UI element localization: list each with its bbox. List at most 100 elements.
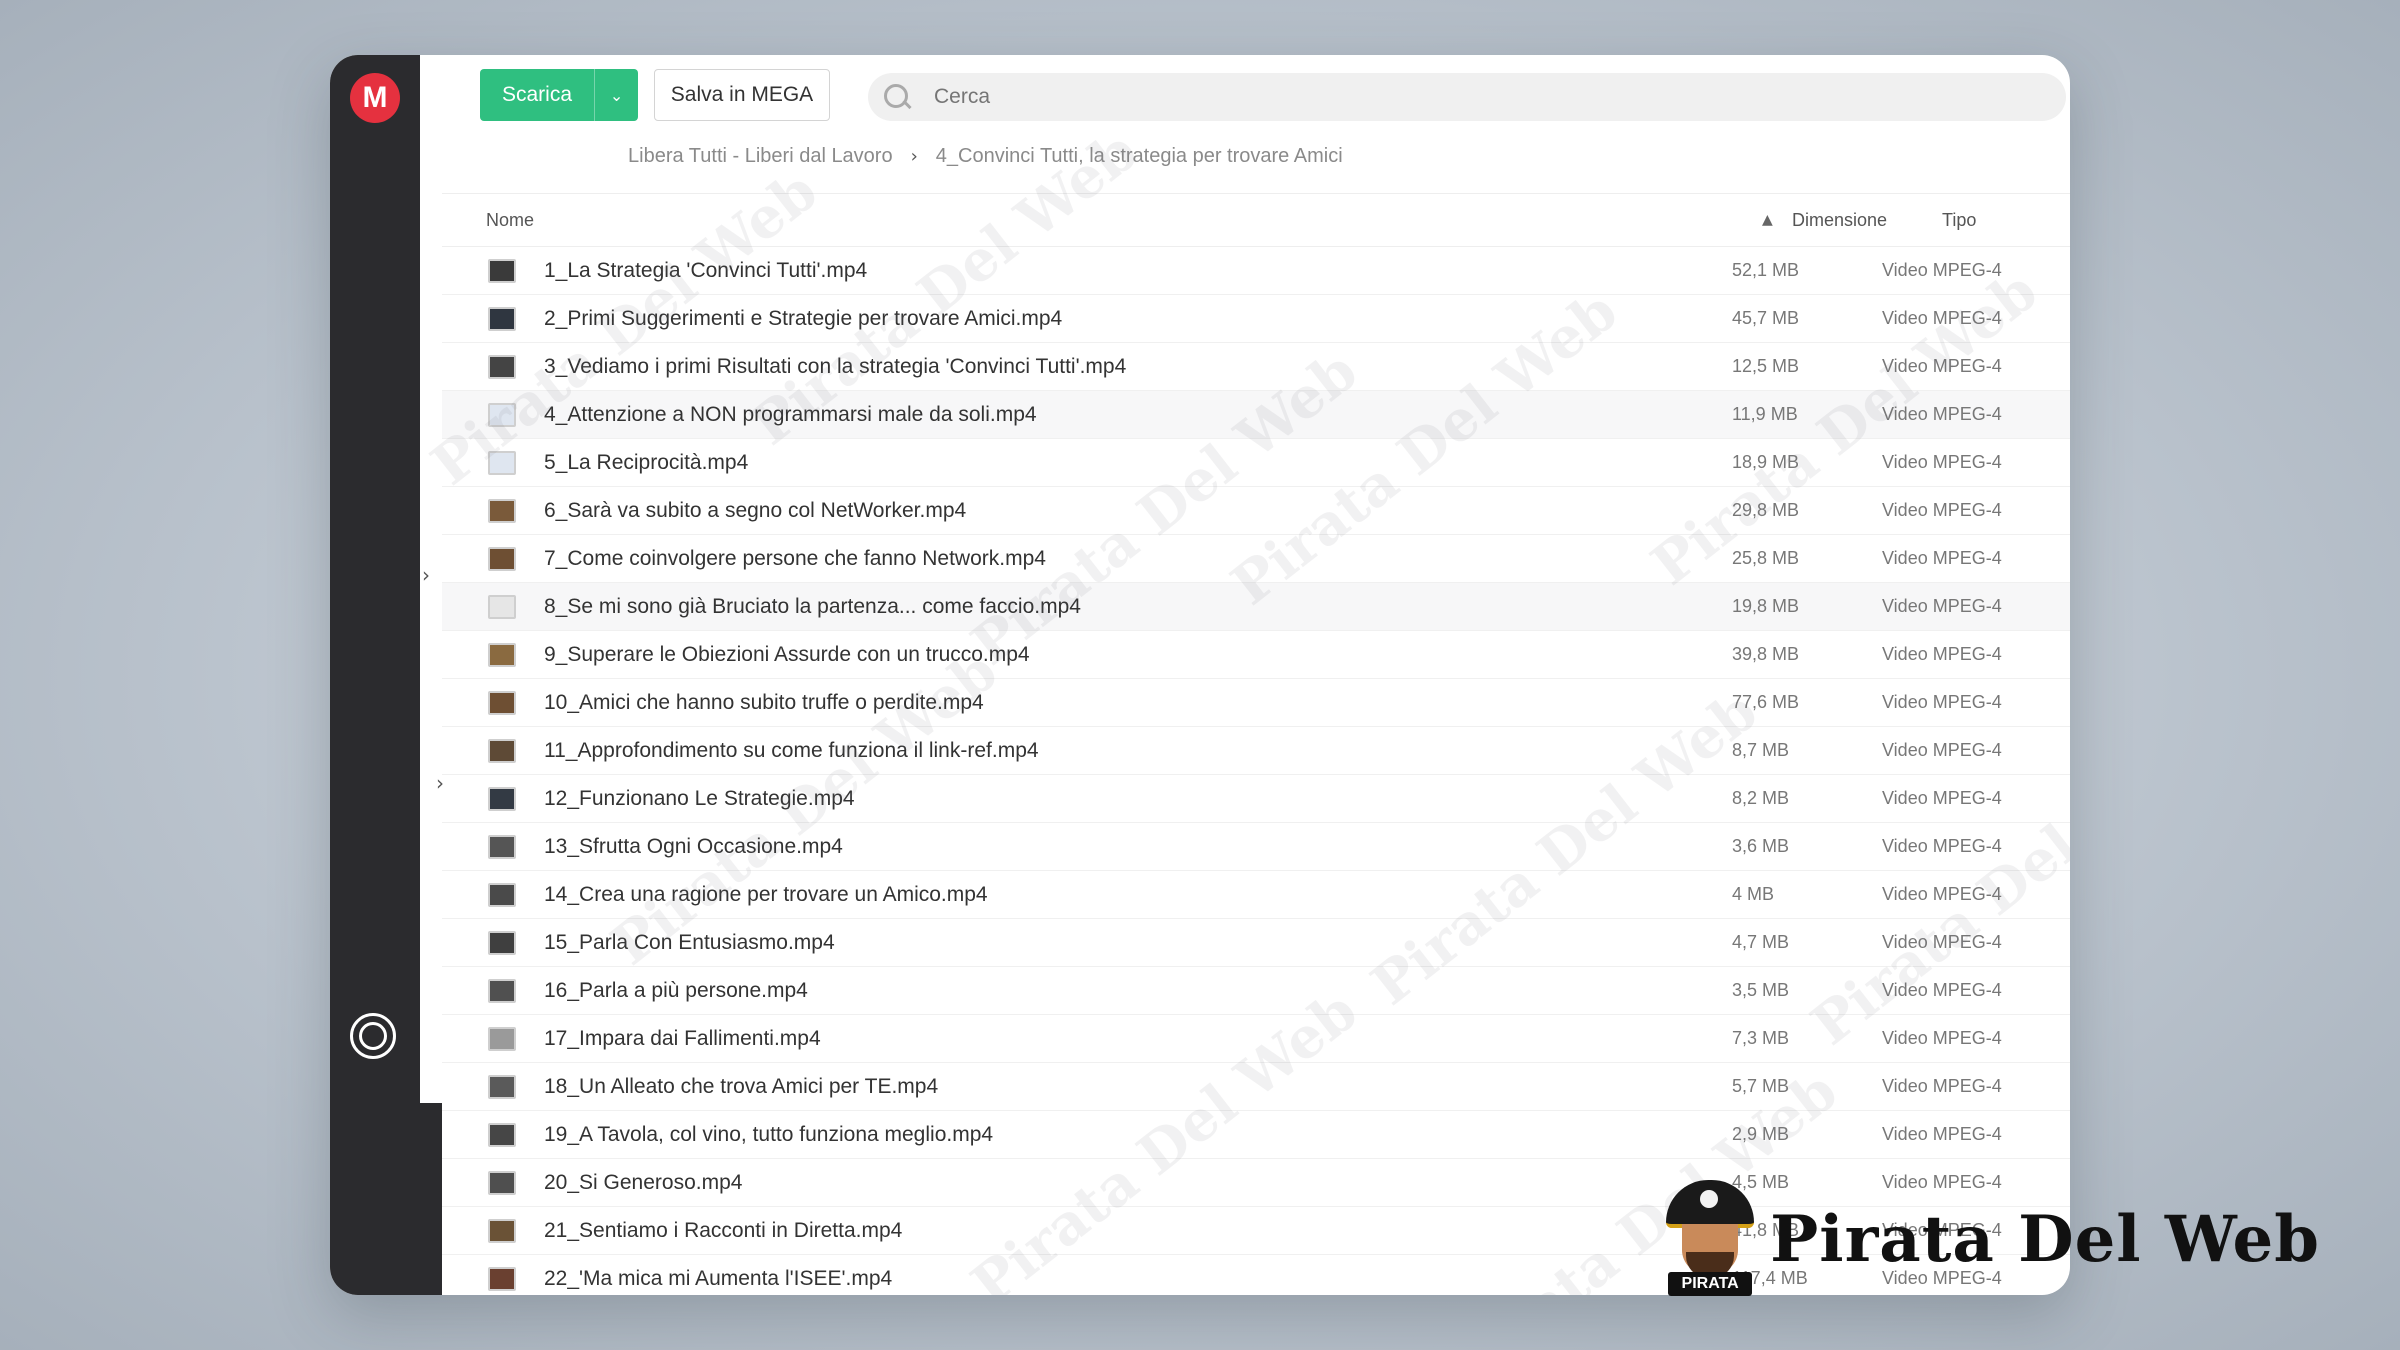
table-row[interactable]: 15_Parla Con Entusiasmo.mp4 4,7 MB Video M…	[442, 919, 2070, 967]
file-size: 11,9 MB	[1732, 404, 1798, 424]
sidebar: M	[330, 55, 420, 1295]
file-type: Video MPEG-4	[1882, 260, 2002, 280]
pirate-mascot-icon: PIRATA	[1660, 1180, 1760, 1298]
table-row[interactable]: 9_Superare le Obiezioni Assurde con un t…	[442, 631, 2070, 679]
table-row[interactable]: 10_Amici che hanno subito truffe o perdi…	[442, 679, 2070, 727]
save-to-mega-button[interactable]: Salva in MEGA	[654, 69, 830, 121]
table-row[interactable]: 12_Funzionano Le Strategie.mp4 8,2 MB Vide…	[442, 775, 2070, 823]
file-name: 4_Attenzione a NON programmarsi male da …	[544, 402, 1037, 426]
file-name: 20_Si Generoso.mp4	[544, 1170, 743, 1194]
video-thumbnail-icon	[488, 738, 516, 763]
table-row[interactable]: 3_Vediamo i primi Risultati con la strat…	[442, 343, 2070, 391]
file-name: 1_La Strategia 'Convinci Tutti'.mp4	[544, 258, 868, 282]
file-table: Nome ▲ Dimensione Tipo 1_La Strategia 'C…	[442, 193, 2070, 1295]
file-type: Video MPEG-4	[1882, 596, 2002, 616]
file-type: Video MPEG-4	[1882, 404, 2002, 424]
table-row[interactable]: 13_Sfrutta Ogni Occasione.mp4 3,6 MB Video…	[442, 823, 2070, 871]
file-size: 12,5 MB	[1732, 356, 1800, 376]
file-type: Video MPEG-4	[1882, 1076, 2002, 1096]
video-thumbnail-icon	[488, 786, 516, 811]
pirata-del-web-logo: PIRATA Pirata Del Web	[1660, 1180, 2320, 1298]
file-type: Video MPEG-4	[1882, 644, 2002, 664]
brand-text: Pirata Del Web	[1770, 1201, 2320, 1277]
table-row[interactable]: 19_A Tavola, col vino, tutto funziona me…	[442, 1111, 2070, 1159]
search-bar[interactable]	[868, 73, 2066, 121]
file-size: 39,8 MB	[1732, 644, 1800, 664]
file-name: 7_Come coinvolgere persone che fanno Net…	[544, 546, 1046, 570]
video-thumbnail-icon	[488, 1218, 516, 1243]
file-size: 4 MB	[1732, 884, 1775, 904]
download-button[interactable]: Scarica ⌄	[480, 69, 638, 121]
file-name: 9_Superare le Obiezioni Assurde con un t…	[544, 642, 1030, 666]
table-row[interactable]: 6_Sarà va subito a segno col NetWorker.m…	[442, 487, 2070, 535]
video-thumbnail-icon	[488, 450, 516, 475]
file-type: Video MPEG-4	[1882, 932, 2002, 952]
main-content: › Scarica ⌄ Salva in MEGA Libera Tutti -…	[436, 55, 2070, 1295]
file-type: Video MPEG-4	[1882, 788, 2002, 808]
download-label: Scarica	[502, 83, 573, 106]
side-panel-strip: ›	[420, 55, 442, 1103]
column-header-type[interactable]: Tipo	[1942, 210, 2070, 231]
toolbar: Scarica ⌄ Salva in MEGA Libera Tutti - L…	[442, 55, 2070, 190]
table-row[interactable]: 18_Un Alleato che trova Amici per TE.mp4…	[442, 1063, 2070, 1111]
table-row[interactable]: 7_Come coinvolgere persone che fanno Net…	[442, 535, 2070, 583]
mega-logo[interactable]: M	[350, 73, 400, 123]
file-name: 14_Crea una ragione per trovare un Amico…	[544, 882, 988, 906]
file-name: 10_Amici che hanno subito truffe o perdi…	[544, 690, 984, 714]
chevron-right-icon: ›	[910, 146, 918, 167]
video-thumbnail-icon	[488, 354, 516, 379]
file-size: 29,8 MB	[1732, 500, 1800, 520]
video-thumbnail-icon	[488, 1026, 516, 1051]
file-name: 22_'Ma mica mi Aumenta l'ISEE'.mp4	[544, 1266, 893, 1290]
file-type: Video MPEG-4	[1882, 740, 2002, 760]
file-name: 6_Sarà va subito a segno col NetWorker.m…	[544, 498, 967, 522]
file-size: 77,6 MB	[1732, 692, 1800, 712]
table-row[interactable]: 1_La Strategia 'Convinci Tutti'.mp4 52,1 …	[442, 247, 2070, 295]
video-thumbnail-icon	[488, 306, 516, 331]
file-name: 3_Vediamo i primi Risultati con la strat…	[544, 354, 1127, 378]
table-row[interactable]: 8_Se mi sono già Bruciato la partenza...…	[442, 583, 2070, 631]
video-thumbnail-icon	[488, 930, 516, 955]
file-type: Video MPEG-4	[1882, 500, 2002, 520]
mega-window: M › › Scarica ⌄ Salva in MEGA Libera Tut…	[330, 55, 2070, 1295]
file-name: 21_Sentiamo i Racconti in Diretta.mp4	[544, 1218, 903, 1242]
column-header-size[interactable]: Dimensione	[1792, 210, 1942, 231]
breadcrumb-root[interactable]: Libera Tutti - Liberi dal Lavoro	[628, 145, 893, 168]
video-thumbnail-icon	[488, 546, 516, 571]
table-row[interactable]: 4_Attenzione a NON programmarsi male da …	[442, 391, 2070, 439]
table-row[interactable]: 14_Crea una ragione per trovare un Amico…	[442, 871, 2070, 919]
video-thumbnail-icon	[488, 258, 516, 283]
file-type: Video MPEG-4	[1882, 980, 2002, 1000]
video-thumbnail-icon	[488, 1266, 516, 1291]
file-name: 8_Se mi sono già Bruciato la partenza...…	[544, 594, 1081, 618]
video-thumbnail-icon	[488, 642, 516, 667]
file-size: 25,8 MB	[1732, 548, 1800, 568]
sync-icon[interactable]	[350, 1013, 396, 1059]
table-header: Nome ▲ Dimensione Tipo	[442, 193, 2070, 247]
video-thumbnail-icon	[488, 690, 516, 715]
sort-ascending-icon[interactable]: ▲	[1762, 212, 1792, 228]
file-name: 11_Approfondimento su come funziona il l…	[544, 738, 1039, 762]
breadcrumb: Libera Tutti - Liberi dal Lavoro › 4_Con…	[628, 145, 1343, 168]
file-size: 3,5 MB	[1732, 980, 1790, 1000]
search-input[interactable]	[932, 84, 1536, 110]
sidebar-lower	[420, 1103, 442, 1295]
file-name: 5_La Reciprocità.mp4	[544, 450, 749, 474]
table-row[interactable]: 16_Parla a più persone.mp4 3,5 MB Video MP…	[442, 967, 2070, 1015]
chevron-right-icon[interactable]: ›	[422, 563, 430, 587]
video-thumbnail-icon	[488, 1170, 516, 1195]
file-name: 16_Parla a più persone.mp4	[544, 978, 808, 1002]
file-size: 8,7 MB	[1732, 740, 1790, 760]
file-name: 13_Sfrutta Ogni Occasione.mp4	[544, 834, 843, 858]
chevron-down-icon[interactable]: ⌄	[595, 86, 638, 105]
table-row[interactable]: 2_Primi Suggerimenti e Strategie per tro…	[442, 295, 2070, 343]
video-thumbnail-icon	[488, 1122, 516, 1147]
file-size: 8,2 MB	[1732, 788, 1790, 808]
file-type: Video MPEG-4	[1882, 356, 2002, 376]
table-row[interactable]: 17_Impara dai Fallimenti.mp4 7,3 MB Video …	[442, 1015, 2070, 1063]
file-size: 3,6 MB	[1732, 836, 1790, 856]
video-thumbnail-icon	[488, 978, 516, 1003]
column-header-name[interactable]: Nome	[486, 210, 1762, 231]
table-row[interactable]: 5_La Reciprocità.mp4 18,9 MB Video MPEG-4	[442, 439, 2070, 487]
table-row[interactable]: 11_Approfondimento su come funziona il l…	[442, 727, 2070, 775]
